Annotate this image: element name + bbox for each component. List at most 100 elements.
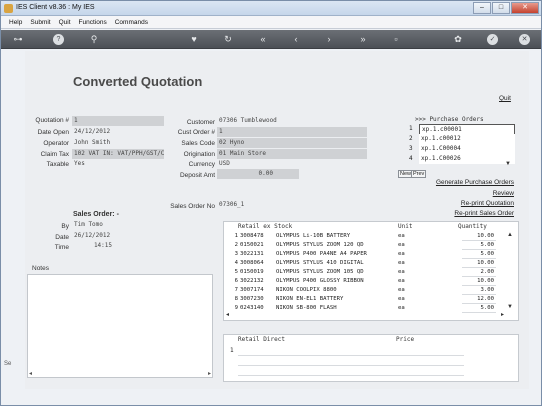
stock-unit: ea bbox=[398, 278, 405, 284]
table-row[interactable]: 2 0150021 OLYMPUS STYLUS ZOOM 120 QD ea 5.00 bbox=[224, 241, 518, 250]
customer-field[interactable]: 07306 Tumblewood bbox=[217, 116, 367, 126]
scroll-right-icon[interactable]: ▸ bbox=[501, 311, 504, 318]
stock-quantity[interactable]: 10.00 bbox=[464, 277, 494, 286]
stock-unit: ea bbox=[398, 251, 405, 257]
back-icon[interactable]: ‹ bbox=[289, 33, 303, 45]
stock-quantity[interactable]: 5.00 bbox=[464, 241, 494, 250]
row-index: 1 bbox=[234, 233, 238, 239]
purchase-order-ref: xp.1.c00012 bbox=[419, 134, 515, 144]
scroll-up-icon[interactable]: ▲ bbox=[507, 232, 513, 238]
row-index: 4 bbox=[409, 155, 413, 162]
help-icon[interactable]: ? bbox=[53, 34, 64, 45]
by-field[interactable]: Tim Tomo bbox=[72, 220, 142, 230]
purchase-order-row[interactable]: 2 xp.1.c00012 bbox=[407, 134, 517, 144]
stock-unit: ea bbox=[398, 260, 405, 266]
deposit-label: Deposit Amt bbox=[179, 172, 215, 179]
column-quantity: Quantity bbox=[458, 223, 487, 230]
operator-label: Operator bbox=[43, 140, 69, 147]
purchase-order-ref: xp.1.C00026 bbox=[419, 154, 515, 164]
notes-horizontal-scrollbar[interactable]: ◂ ▸ bbox=[29, 370, 211, 377]
prev-button[interactable]: Prev bbox=[411, 170, 427, 178]
scroll-down-icon[interactable]: ▼ bbox=[505, 161, 513, 169]
table-row[interactable]: 8 3007230 NIKON EN-EL1 BATTERY ea 12.00 bbox=[224, 295, 518, 304]
column-price: Price bbox=[396, 336, 415, 343]
cust-order-field[interactable]: 1 bbox=[217, 127, 367, 137]
refresh-icon[interactable]: ↻ bbox=[221, 33, 235, 45]
purchase-order-row[interactable]: 3 xp.1.C00004 bbox=[407, 144, 517, 154]
key-icon[interactable]: ⊶ bbox=[11, 33, 25, 45]
date-field[interactable]: 26/12/2012 bbox=[72, 231, 142, 241]
stock-quantity[interactable]: 2.00 bbox=[464, 268, 494, 277]
app-window: IES Client v8.36 : My IES – □ ✕ Help Subm… bbox=[0, 0, 542, 406]
search-icon[interactable]: ⚲ bbox=[87, 33, 101, 45]
forward-icon[interactable]: › bbox=[322, 33, 336, 45]
row-index: 7 bbox=[234, 287, 238, 293]
claim-tax-label: Claim Tax bbox=[40, 151, 69, 158]
currency-field[interactable]: USD bbox=[217, 159, 367, 169]
menu-commands[interactable]: Commands bbox=[111, 16, 152, 29]
menu-functions[interactable]: Functions bbox=[75, 16, 111, 29]
stock-description: OLYMPUS STYLUS ZOOM 120 QD bbox=[276, 242, 364, 248]
stock-quantity[interactable]: 10.00 bbox=[464, 259, 494, 268]
stock-unit: ea bbox=[398, 233, 405, 239]
table-row[interactable]: 6 3022132 OLYMPUS P400 GLOSSY RIBBON ea 10.0… bbox=[224, 277, 518, 286]
deposit-field[interactable]: 0.00 bbox=[217, 169, 299, 179]
stock-quantity[interactable]: 5.00 bbox=[464, 250, 494, 259]
minimize-button[interactable]: – bbox=[473, 2, 491, 14]
row-index: 6 bbox=[234, 278, 238, 284]
save-icon[interactable]: ▫ bbox=[389, 33, 403, 45]
quit-link[interactable]: Quit bbox=[499, 95, 511, 102]
stock-quantity[interactable]: 10.00 bbox=[464, 232, 494, 241]
stock-code: 3008478 bbox=[240, 233, 264, 239]
notes-label: Notes bbox=[32, 265, 49, 272]
stock-code: 3022132 bbox=[240, 278, 264, 284]
purchase-order-row[interactable]: 1 xp.1.c00001 bbox=[407, 124, 517, 136]
row-index: 2 bbox=[409, 135, 413, 142]
fast-forward-icon[interactable]: » bbox=[356, 33, 370, 45]
operator-field[interactable]: John Smith bbox=[72, 138, 164, 148]
stock-grid-vertical-scrollbar[interactable]: ▲ ▼ bbox=[506, 232, 516, 310]
time-field[interactable]: 14:15 bbox=[72, 241, 112, 251]
review-link[interactable]: Review bbox=[401, 190, 514, 197]
table-row[interactable]: 4 3008064 OLYMPUS STYLUS 410 DIGITAL ea 10.0… bbox=[224, 259, 518, 268]
stock-description: OLYMPUS P400 PA4NE A4 PAPER bbox=[276, 251, 367, 257]
claim-tax-field[interactable]: 102 VAT IN: VAT/PPH/GST/C bbox=[72, 149, 164, 159]
close-icon[interactable]: ✕ bbox=[519, 34, 530, 45]
close-window-button[interactable]: ✕ bbox=[511, 2, 539, 14]
stock-quantity[interactable]: 12.00 bbox=[464, 295, 494, 304]
reprint-quotation-link[interactable]: Re-print Quotation bbox=[401, 200, 514, 207]
window-title: IES Client v8.36 : My IES bbox=[16, 4, 95, 11]
check-icon[interactable]: ✓ bbox=[487, 34, 498, 45]
purchase-order-row[interactable]: 4 xp.1.C00026 bbox=[407, 154, 517, 164]
stock-quantity[interactable]: 3.00 bbox=[464, 286, 494, 295]
row-index: 5 bbox=[234, 269, 238, 275]
toolbar: ⊶ ? ⚲ ♥ ↻ « ‹ › » ▫ ✿ ✓ ✕ bbox=[1, 30, 541, 49]
taxable-field[interactable]: Yes bbox=[72, 159, 164, 169]
table-row[interactable]: 1 3008478 OLYMPUS Li-10B BATTERY ea 10.00 bbox=[224, 232, 518, 241]
table-row[interactable]: 3 3022131 OLYMPUS P400 PA4NE A4 PAPER ea 5.0… bbox=[224, 250, 518, 259]
origination-field[interactable]: 01 Main Store bbox=[217, 149, 367, 159]
date-open-field[interactable]: 24/12/2012 bbox=[72, 127, 164, 137]
direct-grid: Retail Direct Price 1 bbox=[223, 334, 519, 382]
stock-description: NIKON COOLPIX 8800 bbox=[276, 287, 337, 293]
sales-order-no-field[interactable]: 07306_1 bbox=[217, 200, 367, 210]
menu-help[interactable]: Help bbox=[1, 16, 26, 29]
scroll-left-icon[interactable]: ◂ bbox=[226, 311, 229, 318]
maximize-button[interactable]: □ bbox=[492, 2, 510, 14]
menu-submit[interactable]: Submit bbox=[26, 16, 54, 29]
reprint-sales-order-link[interactable]: Re-print Sales Order bbox=[401, 210, 514, 217]
stock-grid-horizontal-scrollbar[interactable]: ◂ ▸ bbox=[224, 311, 518, 320]
settings-icon[interactable]: ✿ bbox=[451, 33, 465, 45]
sales-code-field[interactable]: 02 Hyno bbox=[217, 138, 367, 148]
heart-icon[interactable]: ♥ bbox=[187, 33, 201, 45]
notes-textarea[interactable] bbox=[27, 274, 213, 378]
date-label: Date bbox=[55, 234, 69, 241]
table-row[interactable]: 7 3007174 NIKON COOLPIX 8800 ea 3.00 bbox=[224, 286, 518, 295]
scroll-down-icon[interactable]: ▼ bbox=[507, 304, 513, 310]
row-index: 3 bbox=[234, 251, 238, 257]
generate-purchase-orders-link[interactable]: Generate Purchase Orders bbox=[401, 179, 514, 186]
table-row[interactable]: 5 0150019 OLYMPUS STYLUS ZOOM 105 QD ea 2.00 bbox=[224, 268, 518, 277]
menu-quit[interactable]: Quit bbox=[55, 16, 75, 29]
quotation-field[interactable]: 1 bbox=[72, 116, 164, 126]
rewind-icon[interactable]: « bbox=[256, 33, 270, 45]
